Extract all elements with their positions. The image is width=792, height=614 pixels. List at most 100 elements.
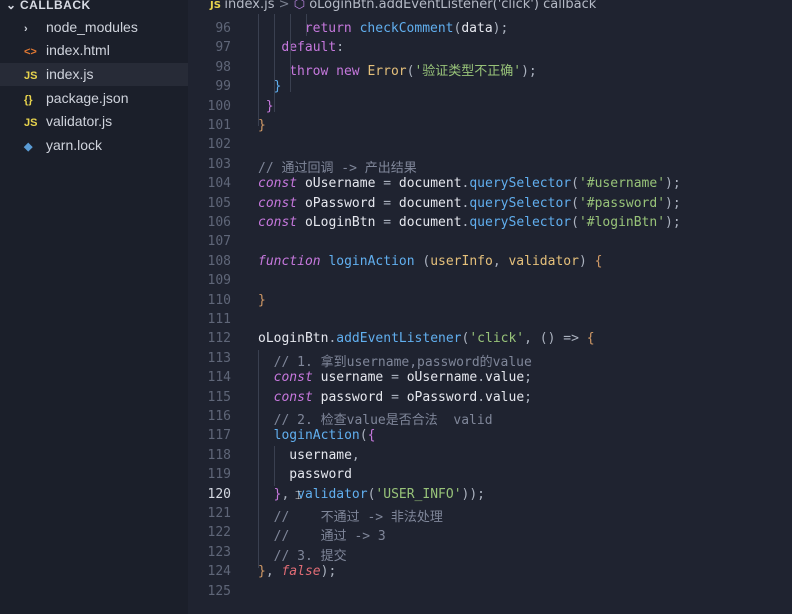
code-token: password xyxy=(258,467,352,483)
indent-guide xyxy=(274,14,275,112)
code-token: ( xyxy=(359,428,368,444)
code-token: '#loginBtn' xyxy=(578,215,666,230)
code-line[interactable]: 96 return checkComment(data); xyxy=(188,21,792,40)
sidebar-item-label: package.json xyxy=(46,90,129,106)
code-token: } xyxy=(265,98,274,114)
code-line[interactable]: 119 password xyxy=(188,467,792,486)
code-line[interactable]: 108 function loginAction (userInfo, valid… xyxy=(188,254,792,273)
code-token: userInfo xyxy=(430,253,493,269)
json-file-icon: {} xyxy=(24,94,33,106)
code-token: . xyxy=(477,389,486,405)
code-token: loginAction xyxy=(328,253,423,269)
code-token: } xyxy=(258,486,282,502)
code-line[interactable]: 99} xyxy=(188,79,792,98)
code-token: ); xyxy=(492,21,509,36)
code-line[interactable]: 124}, false); xyxy=(188,564,792,583)
code-line[interactable]: 113 // 1. 拿到username,password的value xyxy=(188,351,792,370)
code-line[interactable]: 118 username, xyxy=(188,448,792,467)
code-line[interactable]: 97 default: xyxy=(188,40,792,59)
folder-header-callback[interactable]: ⌄ CALLBACK xyxy=(0,0,188,17)
sidebar-item-package-json[interactable]: {} package.json xyxy=(0,87,188,110)
indent-guide xyxy=(290,14,291,92)
code-text: const username = oUsername.value; xyxy=(258,370,532,385)
code-token: { xyxy=(367,428,376,444)
line-number: 113 xyxy=(207,350,231,366)
code-line[interactable]: 123 // 3. 提交 xyxy=(188,545,792,564)
code-line[interactable]: 102 xyxy=(188,137,792,156)
code-token: checkComment xyxy=(359,21,454,36)
code-token: () => xyxy=(539,331,587,347)
code-line[interactable]: 103 // 通过回调 -> 产出结果 xyxy=(188,157,792,176)
sidebar-item-index-js[interactable]: JS index.js xyxy=(0,63,188,86)
code-line[interactable]: 120 }, validator('USER_INFO')); xyxy=(188,487,792,506)
code-token: { xyxy=(594,253,603,269)
code-line[interactable]: 116 // 2. 检查value是否合法 valid xyxy=(188,409,792,428)
breadcrumb-symbol[interactable]: oLoginBtn.addEventListener('click') call… xyxy=(309,0,596,12)
code-line[interactable]: 125 xyxy=(188,584,792,603)
code-token: oLoginBtn xyxy=(304,215,384,230)
sidebar-item-label: yarn.lock xyxy=(46,137,103,153)
code-text: function loginAction (userInfo, validato… xyxy=(258,254,602,269)
code-token: } xyxy=(258,564,266,580)
code-line[interactable]: 110} xyxy=(188,293,792,312)
code-line[interactable]: 109 xyxy=(188,273,792,292)
breadcrumb: JS index.js > ⬡ oLoginBtn.addEventListen… xyxy=(188,0,792,14)
line-number: 105 xyxy=(207,195,231,211)
code-line[interactable]: 112 oLoginBtn.addEventListener('click', (… xyxy=(188,331,792,350)
code-text: }, false); xyxy=(258,564,336,579)
code-token: // 不通过 -> 非法处理 xyxy=(258,510,443,525)
code-text: // 1. 拿到username,password的value xyxy=(258,351,532,370)
code-text: const password = oPassword.value; xyxy=(258,390,532,405)
code-line[interactable]: 106 const oLoginBtn = document.querySelec… xyxy=(188,215,792,234)
code-token: function xyxy=(258,253,329,269)
code-token: } xyxy=(258,292,266,308)
code-token: : xyxy=(336,40,345,56)
indent-guide xyxy=(306,14,307,36)
code-token: ); xyxy=(665,195,681,211)
code-token: false xyxy=(281,564,321,580)
code-token: = xyxy=(383,176,399,192)
code-line[interactable]: 117 loginAction({ xyxy=(188,428,792,447)
code-token: validator xyxy=(508,253,579,269)
line-number: 96 xyxy=(215,21,231,36)
method-symbol-icon: ⬡ xyxy=(293,0,306,12)
code-line[interactable]: 107 xyxy=(188,234,792,253)
line-number: 104 xyxy=(207,176,231,192)
code-token: ( xyxy=(571,176,579,192)
code-text: const oLoginBtn = document.querySelector… xyxy=(258,215,681,230)
sidebar-item-validator-js[interactable]: JS validator.js xyxy=(0,110,188,133)
code-line[interactable]: 98 throw new Error('验证类型不正确'); xyxy=(188,60,792,79)
line-number: 100 xyxy=(207,98,231,114)
code-line[interactable]: 105 const oPassword = document.querySelec… xyxy=(188,196,792,215)
code-token: ( xyxy=(571,215,579,230)
sidebar-item-index-html[interactable]: <> index.html xyxy=(0,39,188,62)
code-token: password xyxy=(320,389,392,405)
code-token: const xyxy=(258,176,305,192)
code-line[interactable]: 100} xyxy=(188,99,792,118)
code-token: querySelector xyxy=(469,195,572,211)
code-line[interactable]: 122 // 通过 -> 3 xyxy=(188,525,792,544)
code-token: , xyxy=(351,447,360,463)
code-line[interactable]: 115 const password = oPassword.value; xyxy=(188,390,792,409)
code-token: = xyxy=(391,389,407,405)
code-token: )); xyxy=(461,486,485,502)
sidebar-item-node-modules[interactable]: › node_modules xyxy=(0,16,188,39)
code-line[interactable]: 121 // 不通过 -> 非法处理 xyxy=(188,506,792,525)
code-line[interactable]: 114 const username = oUsername.value; xyxy=(188,370,792,389)
sidebar-item-yarn-lock[interactable]: ◆ yarn.lock xyxy=(0,134,188,157)
code-token: ; xyxy=(524,370,532,386)
yarn-file-icon: ◆ xyxy=(24,141,33,153)
code-token: loginAction xyxy=(258,428,360,444)
line-number: 112 xyxy=(207,331,231,347)
code-token: return xyxy=(304,21,360,36)
code-line[interactable]: 101} xyxy=(188,118,792,137)
breadcrumb-file[interactable]: index.js xyxy=(224,0,274,12)
code-line[interactable]: 104 const oUsername = document.querySelec… xyxy=(188,176,792,195)
mouse-cursor-icon: ⌶ xyxy=(295,488,303,502)
code-line[interactable]: 111 xyxy=(188,312,792,331)
code-token: value xyxy=(485,389,525,405)
line-number: 106 xyxy=(207,215,231,230)
code-token: querySelector xyxy=(469,215,572,230)
code-token: oUsername xyxy=(304,176,384,192)
code-token: document xyxy=(398,176,462,192)
